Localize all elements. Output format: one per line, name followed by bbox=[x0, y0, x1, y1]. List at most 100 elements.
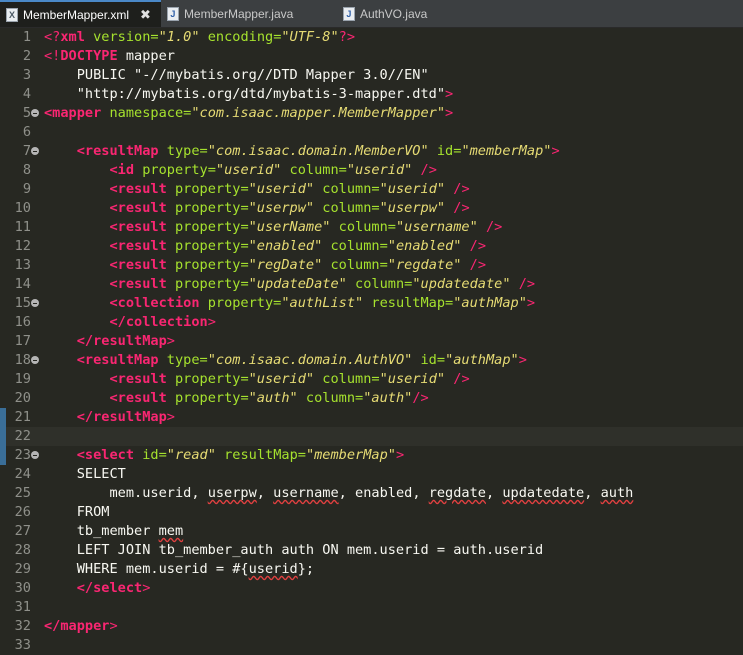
line-content: tb_member mem bbox=[44, 523, 184, 539]
tab-label: MemberMapper.xml bbox=[23, 7, 130, 22]
line-content: </collection> bbox=[109, 314, 216, 330]
code-line: 13 <result property="regDate" column="re… bbox=[0, 256, 743, 275]
code-line: 8 <id property="userid" column="userid" … bbox=[0, 161, 743, 180]
close-icon[interactable]: ✖ bbox=[140, 7, 151, 23]
line-number: 32 bbox=[14, 618, 31, 634]
code-line: 17 </resultMap> bbox=[0, 332, 743, 351]
line-number: 28 bbox=[14, 542, 31, 558]
code-line: 32 </mapper> bbox=[0, 617, 743, 636]
line-number: 15 bbox=[14, 295, 31, 311]
code-line: 2 <!DOCTYPE mapper bbox=[0, 47, 743, 66]
code-line: 10 <result property="userpw" column="use… bbox=[0, 199, 743, 218]
line-content: <result property="userid" column="userid… bbox=[109, 181, 470, 197]
line-number: 17 bbox=[14, 333, 31, 349]
code-line: 9 <result property="userid" column="user… bbox=[0, 180, 743, 199]
line-number: 16 bbox=[14, 314, 31, 330]
code-line-current: 22 bbox=[0, 427, 743, 446]
line-number: 3 bbox=[22, 67, 31, 83]
line-number: 18 bbox=[14, 352, 31, 368]
line-number: 11 bbox=[14, 219, 31, 235]
line-content: <result property="userpw" column="userpw… bbox=[109, 200, 470, 216]
code-line: 33 bbox=[0, 636, 743, 655]
code-line: 7 <resultMap type="com.isaac.domain.Memb… bbox=[0, 142, 743, 161]
line-number: 21 bbox=[14, 409, 31, 425]
tab-label: AuthVO.java bbox=[359, 6, 428, 21]
line-number: 20 bbox=[14, 390, 31, 406]
code-line: 31 bbox=[0, 598, 743, 617]
line-number: 30 bbox=[14, 580, 31, 596]
line-number: 23 bbox=[14, 447, 31, 463]
line-number: 25 bbox=[14, 485, 31, 501]
fold-toggle-icon[interactable] bbox=[31, 109, 39, 117]
code-line: 16 </collection> bbox=[0, 313, 743, 332]
line-content: </resultMap> bbox=[76, 333, 175, 349]
fold-toggle-icon[interactable] bbox=[31, 299, 39, 307]
line-content: mem.userid, userpw, username, enabled, r… bbox=[44, 485, 634, 501]
line-number: 29 bbox=[14, 561, 31, 577]
line-content: <select id="read" resultMap="memberMap"> bbox=[76, 447, 405, 463]
line-content: <result property="auth" column="auth"/> bbox=[109, 390, 429, 406]
line-content: <collection property="authList" resultMa… bbox=[109, 295, 536, 311]
line-content: <?xml version="1.0" encoding="UTF-8"?> bbox=[44, 29, 356, 45]
code-line: 4 "http://mybatis.org/dtd/mybatis-3-mapp… bbox=[0, 85, 743, 104]
line-content: <result property="userName" column="user… bbox=[109, 219, 503, 235]
editor-tab-bar: X MemberMapper.xml ✖ J MemberMapper.java… bbox=[0, 0, 743, 28]
line-content: <result property="enabled" column="enabl… bbox=[109, 238, 487, 254]
line-content: <mapper namespace="com.isaac.mapper.Memb… bbox=[44, 105, 454, 121]
xml-file-icon: X bbox=[6, 7, 18, 22]
fold-toggle-icon[interactable] bbox=[31, 451, 39, 459]
code-line: 3 PUBLIC "-//mybatis.org//DTD Mapper 3.0… bbox=[0, 66, 743, 85]
line-number: 12 bbox=[14, 238, 31, 254]
line-content: <resultMap type="com.isaac.domain.Member… bbox=[76, 143, 560, 159]
tab-membermapper-xml[interactable]: X MemberMapper.xml ✖ bbox=[0, 0, 161, 27]
line-number: 33 bbox=[14, 637, 31, 653]
line-content: PUBLIC "-//mybatis.org//DTD Mapper 3.0//… bbox=[44, 67, 429, 83]
code-line: 24 SELECT bbox=[0, 465, 743, 484]
line-content: SELECT bbox=[44, 466, 126, 482]
code-line: 27 tb_member mem bbox=[0, 522, 743, 541]
code-line: 28 LEFT JOIN tb_member_auth auth ON mem.… bbox=[0, 541, 743, 560]
line-number: 19 bbox=[14, 371, 31, 387]
code-line: 11 <result property="userName" column="u… bbox=[0, 218, 743, 237]
line-number: 6 bbox=[22, 124, 31, 140]
line-number: 22 bbox=[14, 428, 31, 444]
line-content: <result property="userid" column="userid… bbox=[109, 371, 470, 387]
line-content: <result property="regDate" column="regda… bbox=[109, 257, 487, 273]
line-number: 5 bbox=[22, 105, 31, 121]
fold-toggle-icon[interactable] bbox=[31, 356, 39, 364]
code-line: 26 FROM bbox=[0, 503, 743, 522]
line-content: </mapper> bbox=[44, 618, 118, 634]
code-line: 20 <result property="auth" column="auth"… bbox=[0, 389, 743, 408]
line-number: 27 bbox=[14, 523, 31, 539]
code-line: 15 <collection property="authList" resul… bbox=[0, 294, 743, 313]
line-content: </resultMap> bbox=[76, 409, 175, 425]
line-number: 26 bbox=[14, 504, 31, 520]
line-content: </select> bbox=[76, 580, 151, 596]
line-number: 7 bbox=[22, 143, 31, 159]
line-content: <id property="userid" column="userid" /> bbox=[109, 162, 437, 178]
code-line: 18 <resultMap type="com.isaac.domain.Aut… bbox=[0, 351, 743, 370]
fold-toggle-icon[interactable] bbox=[31, 147, 39, 155]
code-line: 5 <mapper namespace="com.isaac.mapper.Me… bbox=[0, 104, 743, 123]
line-content: <resultMap type="com.isaac.domain.AuthVO… bbox=[76, 352, 527, 368]
line-number: 24 bbox=[14, 466, 31, 482]
java-file-icon: J bbox=[342, 6, 355, 21]
line-number: 31 bbox=[14, 599, 31, 615]
line-content: <result property="updateDate" column="up… bbox=[109, 276, 536, 292]
tab-label: MemberMapper.java bbox=[183, 6, 294, 21]
code-line: 23 <select id="read" resultMap="memberMa… bbox=[0, 446, 743, 465]
tab-membermapper-java[interactable]: J MemberMapper.java bbox=[161, 0, 327, 27]
line-number: 14 bbox=[14, 276, 31, 292]
code-line: 1 <?xml version="1.0" encoding="UTF-8"?> bbox=[0, 28, 743, 47]
code-line: 29 WHERE mem.userid = #{userid}; bbox=[0, 560, 743, 579]
code-line: 25 mem.userid, userpw, username, enabled… bbox=[0, 484, 743, 503]
line-content: <!DOCTYPE mapper bbox=[44, 48, 175, 64]
code-editor[interactable]: 1 <?xml version="1.0" encoding="UTF-8"?>… bbox=[0, 28, 743, 653]
java-file-icon: J bbox=[166, 6, 179, 21]
code-line: 19 <result property="userid" column="use… bbox=[0, 370, 743, 389]
line-number: 13 bbox=[14, 257, 31, 273]
line-number: 8 bbox=[22, 162, 31, 178]
line-number: 9 bbox=[22, 181, 31, 197]
line-number: 2 bbox=[22, 48, 31, 64]
tab-authvo-java[interactable]: J AuthVO.java bbox=[337, 0, 437, 27]
